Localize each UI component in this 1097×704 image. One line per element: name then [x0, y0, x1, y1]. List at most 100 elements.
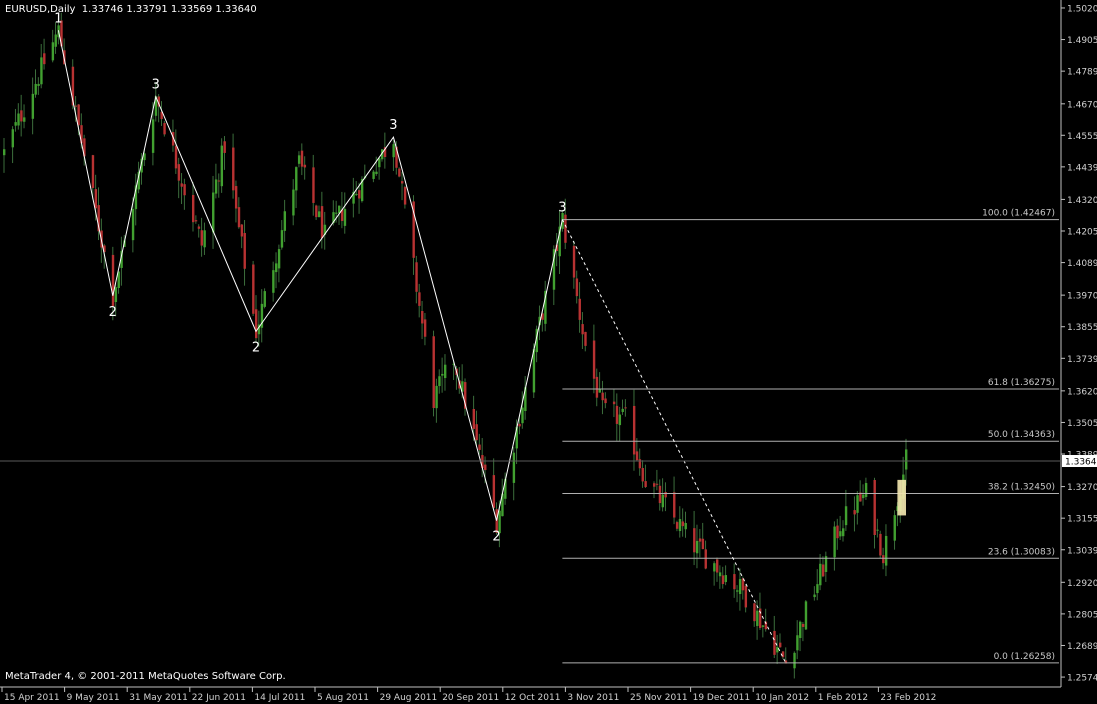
- wave-polyline[interactable]: [57, 30, 563, 521]
- candle-body: [163, 123, 166, 135]
- price-tick-label: 1.31550: [1067, 515, 1097, 525]
- candle-body: [612, 401, 616, 405]
- candle-body: [701, 538, 705, 550]
- candle-body: [31, 93, 35, 119]
- candle-body: [572, 245, 576, 278]
- candle-body: [217, 180, 221, 182]
- candle-body: [240, 224, 244, 237]
- candle-body: [853, 510, 856, 515]
- candle-body: [300, 150, 304, 167]
- candle-body: [704, 549, 707, 569]
- candle-body: [317, 211, 321, 218]
- candle-body: [212, 192, 215, 233]
- candle-body: [884, 535, 888, 566]
- candle-body: [736, 590, 739, 592]
- ohlc-values: 1.33746 1.33791 1.33569 1.33640: [81, 4, 257, 15]
- candle-body: [131, 208, 135, 241]
- candle-body: [744, 585, 748, 608]
- candle-body: [833, 526, 836, 558]
- time-tick-label: 5 Aug 2011: [317, 693, 369, 703]
- candle-body: [263, 291, 266, 307]
- candle-body: [776, 646, 779, 653]
- candle-body: [151, 119, 155, 153]
- candle-body: [796, 635, 799, 651]
- candle-body: [632, 405, 636, 455]
- wave-lines[interactable]: 1232323: [54, 11, 906, 664]
- time-tick-label: 31 May 2011: [129, 693, 188, 703]
- candle-body: [724, 575, 727, 583]
- candle-body: [472, 408, 476, 429]
- candle-body: [232, 147, 235, 191]
- candle-body: [197, 226, 201, 229]
- fib-level-label: 50.0 (1.34363): [988, 430, 1055, 440]
- candle-body: [11, 129, 14, 148]
- candle-body: [819, 563, 822, 586]
- candle-body: [398, 168, 401, 177]
- candle-body: [312, 167, 315, 203]
- candle-body: [372, 171, 375, 179]
- candle-body: [94, 189, 98, 209]
- highlight-box[interactable]: [897, 479, 906, 516]
- candle-body: [578, 298, 581, 320]
- candle-body: [297, 155, 301, 164]
- candle-body: [816, 584, 819, 594]
- candle-body: [793, 652, 796, 669]
- candle-body: [237, 207, 241, 228]
- time-tick-label: 10 Jan 2012: [755, 693, 809, 703]
- candle-body: [801, 623, 805, 627]
- candle-body: [873, 479, 876, 536]
- candle-body: [77, 104, 80, 126]
- candle-body: [51, 42, 55, 61]
- candle-body: [893, 515, 896, 541]
- price-tick-label: 1.47895: [1067, 68, 1097, 78]
- candle-body: [358, 190, 361, 199]
- price-tick-label: 1.25740: [1067, 674, 1097, 684]
- candle-body: [320, 206, 324, 239]
- time-tick-label: 1 Feb 2012: [818, 693, 868, 703]
- candle-body: [518, 423, 521, 427]
- price-tick-label: 1.30395: [1067, 546, 1097, 556]
- candle-body: [813, 594, 816, 598]
- candle-body: [180, 183, 183, 187]
- candle-body: [475, 424, 478, 441]
- time-tick-label: 20 Sep 2011: [442, 693, 499, 703]
- candle-body: [315, 205, 318, 218]
- candle-body: [821, 564, 825, 577]
- candle-body: [595, 376, 599, 398]
- candle-body: [74, 105, 77, 107]
- candle-body: [879, 533, 882, 556]
- candle-body: [443, 364, 447, 379]
- candle-body: [753, 603, 756, 622]
- fibonacci-retracement[interactable]: 100.0 (1.42467) 61.8 (1.36275) 50.0 (1.343…: [562, 209, 1059, 664]
- candle-body: [292, 189, 295, 216]
- price-tick-label: 1.45550: [1067, 132, 1097, 142]
- candlestick-chart[interactable]: 100.0 (1.42467) 61.8 (1.36275) 50.0 (1.343…: [0, 0, 1097, 704]
- candle-body: [3, 149, 6, 156]
- fib-level-label: 61.8 (1.36275): [988, 378, 1055, 388]
- candle-body: [423, 319, 427, 337]
- candle-body: [303, 164, 307, 168]
- price-tick-label: 1.44395: [1067, 163, 1097, 173]
- candle-body: [335, 212, 338, 214]
- candle-body: [418, 292, 421, 306]
- price-tick-label: 1.26895: [1067, 642, 1097, 652]
- candle-body: [653, 483, 656, 487]
- candle-body: [601, 392, 604, 401]
- candle-body: [375, 171, 378, 174]
- candle-body: [403, 186, 407, 205]
- time-tick-label: 3 Nov 2011: [567, 693, 619, 703]
- candle-body: [655, 483, 659, 485]
- wave-label: 3: [389, 118, 397, 133]
- wave-label: 2: [109, 305, 117, 320]
- fib-level-label: 0.0 (1.26258): [994, 652, 1055, 662]
- current-price-label: 1.33640: [1065, 458, 1097, 468]
- candle-body: [283, 211, 287, 231]
- wave-label: 3: [558, 201, 566, 216]
- candle-body: [432, 336, 435, 408]
- candle-body: [14, 122, 17, 126]
- candle-body: [203, 230, 206, 248]
- candle-body: [684, 523, 687, 530]
- wave-label: 2: [492, 530, 500, 545]
- price-tick-label: 1.32705: [1067, 483, 1097, 493]
- candle-body: [635, 451, 639, 461]
